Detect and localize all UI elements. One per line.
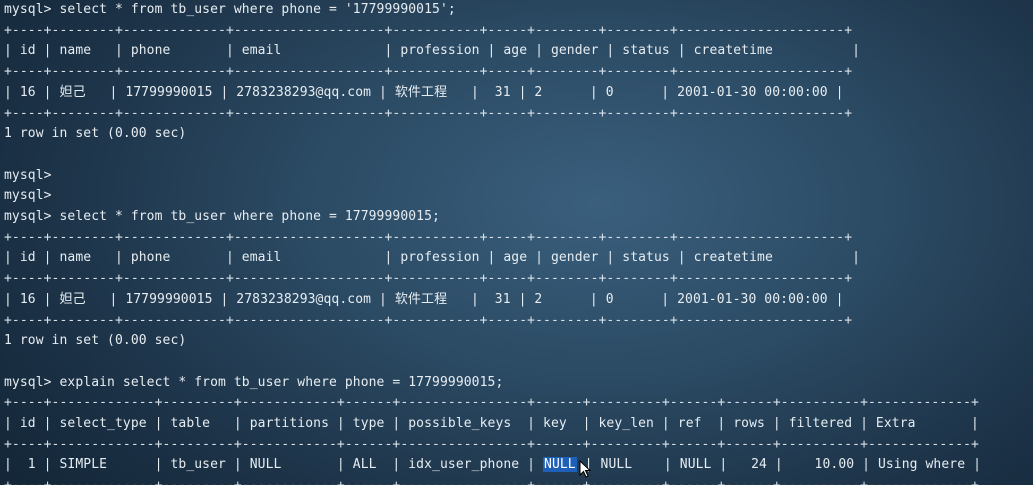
- terminal-line-border: +----+--------+-------------+-----------…: [4, 311, 852, 331]
- line-text-after: | NULL | NULL | 24 | 10.00 | Using where…: [576, 457, 981, 473]
- line-text: | 1 | SIMPLE | tb_user | NULL | ALL | id…: [4, 457, 544, 473]
- line-text: 1 row in set (0.00 sec): [4, 333, 187, 349]
- line-text: +----+--------+-------------+-----------…: [4, 271, 853, 287]
- line-text: +----+--------+-------------+-----------…: [4, 229, 853, 245]
- terminal-line-border: +----+--------+-------------+-----------…: [4, 62, 852, 82]
- line-text: mysql> explain select * from tb_user whe…: [4, 374, 504, 390]
- line-text: +----+--------+-------------+-----------…: [4, 22, 853, 38]
- selected-text[interactable]: NULL: [543, 457, 577, 473]
- terminal-line-command: mysql> explain select * from tb_user whe…: [4, 373, 503, 393]
- terminal-line-output: 1 row in set (0.00 sec): [4, 124, 186, 144]
- line-text: mysql>: [4, 188, 52, 204]
- terminal-line-border: +----+--------+-------------+-----------…: [4, 21, 852, 41]
- terminal-line-row: | id | name | phone | email | profession…: [4, 248, 860, 268]
- line-text: +----+--------+-------------+-----------…: [4, 64, 853, 80]
- line-text: 1 row in set (0.00 sec): [4, 126, 187, 142]
- line-text: +----+--------+-------------+-----------…: [4, 312, 853, 328]
- line-text: | 16 | 妲己 | 17799990015 | 2783238293@qq.…: [4, 84, 844, 100]
- terminal-line-command: mysql>: [4, 186, 52, 206]
- line-text: +----+--------+-------------+-----------…: [4, 105, 853, 121]
- terminal-line-row: | 16 | 妲己 | 17799990015 | 2783238293@qq.…: [4, 290, 844, 310]
- terminal-line-command: mysql>: [4, 166, 52, 186]
- terminal-line-row: | 16 | 妲己 | 17799990015 | 2783238293@qq.…: [4, 83, 844, 103]
- line-text: | id | name | phone | email | profession…: [4, 250, 861, 266]
- terminal-line-command: mysql> select * from tb_user where phone…: [4, 0, 456, 20]
- terminal-line-border: +----+-------------+---------+----------…: [4, 435, 979, 455]
- terminal-line-border: +----+--------+-------------+-----------…: [4, 228, 852, 248]
- terminal-window[interactable]: mysql> select * from tb_user where phone…: [0, 0, 1033, 485]
- terminal-line-row: | id | select_type | table | partitions …: [4, 414, 979, 434]
- line-text: +----+-------------+---------+----------…: [4, 436, 979, 452]
- terminal-line-border: +----+--------+-------------+-----------…: [4, 104, 852, 124]
- line-text: | id | name | phone | email | profession…: [4, 43, 861, 59]
- line-text: mysql> select * from tb_user where phone…: [4, 2, 456, 17]
- line-text: | id | select_type | table | partitions …: [4, 416, 979, 431]
- terminal-line-command: mysql> select * from tb_user where phone…: [4, 207, 440, 227]
- terminal-line-row: | id | name | phone | email | profession…: [4, 41, 860, 61]
- line-text: mysql>: [4, 167, 52, 183]
- terminal-line-border: +----+-------------+---------+----------…: [4, 393, 979, 413]
- terminal-line-border: +----+--------+-------------+-----------…: [4, 269, 852, 289]
- terminal-line-output: 1 row in set (0.00 sec): [4, 331, 186, 351]
- line-text: mysql> select * from tb_user where phone…: [4, 209, 440, 224]
- line-text: +----+-------------+---------+----------…: [4, 395, 979, 411]
- line-text: +----+-------------+---------+----------…: [4, 478, 979, 485]
- line-text: | 16 | 妲己 | 17799990015 | 2783238293@qq.…: [4, 291, 844, 307]
- terminal-line-row: | 1 | SIMPLE | tb_user | NULL | ALL | id…: [4, 455, 981, 475]
- mouse-pointer-icon: [579, 460, 591, 478]
- terminal-line-border: +----+-------------+---------+----------…: [4, 476, 979, 485]
